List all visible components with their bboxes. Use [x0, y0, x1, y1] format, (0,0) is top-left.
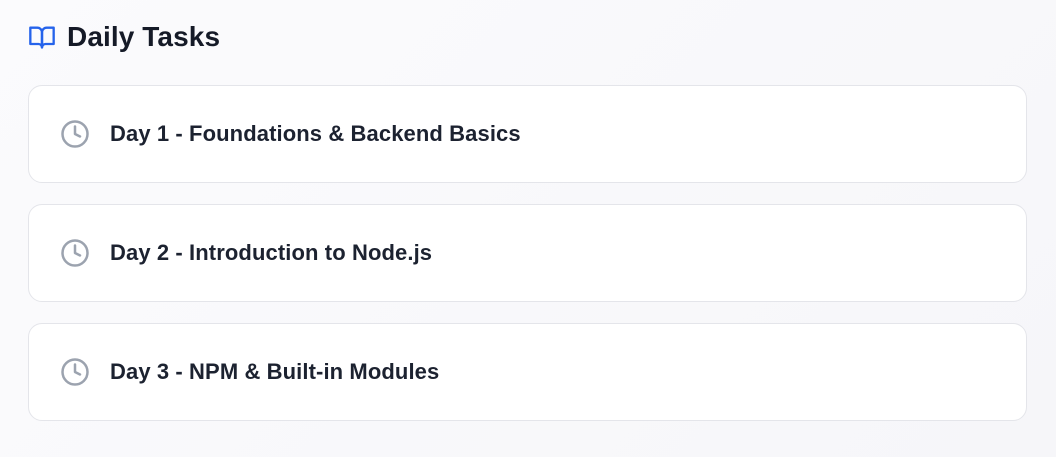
task-list: Day 1 - Foundations & Backend Basics Day… — [28, 85, 1027, 421]
section-header: Daily Tasks — [28, 0, 1027, 74]
task-item-day-1[interactable]: Day 1 - Foundations & Backend Basics — [28, 85, 1027, 183]
clock-icon — [60, 238, 90, 268]
clock-icon — [60, 119, 90, 149]
task-label: Day 2 - Introduction to Node.js — [110, 240, 433, 265]
daily-tasks-panel: Daily Tasks Day 1 - Foundations & Backen… — [0, 0, 1056, 421]
task-item-day-3[interactable]: Day 3 - NPM & Built-in Modules — [28, 323, 1027, 421]
task-label: Day 1 - Foundations & Backend Basics — [110, 121, 521, 146]
task-item-day-2[interactable]: Day 2 - Introduction to Node.js — [28, 204, 1027, 302]
clock-icon — [60, 357, 90, 387]
task-label: Day 3 - NPM & Built-in Modules — [110, 359, 440, 384]
page-title: Daily Tasks — [67, 21, 221, 52]
book-open-icon — [28, 23, 56, 51]
